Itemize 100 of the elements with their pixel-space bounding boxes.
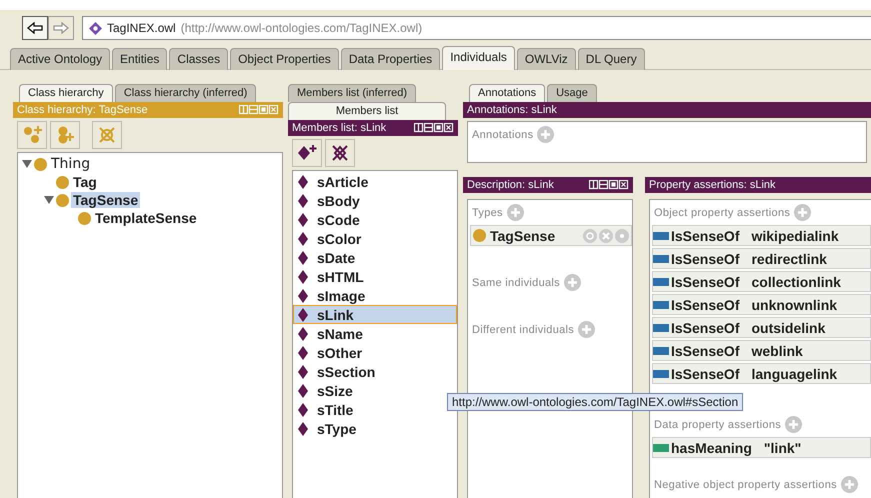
individual-icon (298, 232, 308, 246)
object-property-icon (653, 254, 669, 262)
add-icon[interactable] (578, 321, 596, 338)
delete-icon (97, 125, 117, 145)
forward-arrow-icon (53, 22, 69, 34)
tab[interactable]: Class hierarchy (19, 84, 113, 102)
individual-icon (298, 364, 308, 378)
object-property-row[interactable]: IsSenseOf unknownlink (652, 294, 871, 315)
remove-icon[interactable] (599, 228, 613, 242)
member-item[interactable]: sName (293, 324, 368, 343)
tree-item[interactable]: TagSense (71, 192, 140, 208)
class-icon (34, 158, 47, 170)
add-icon[interactable] (840, 476, 858, 493)
delete-individual-button[interactable] (325, 139, 355, 167)
panel-title: Annotations: sLink (467, 104, 557, 116)
tab[interactable]: Entities (112, 48, 168, 70)
tab[interactable]: Annotations (469, 84, 546, 102)
member-item[interactable]: sColor (293, 229, 366, 248)
expand-arrow-icon[interactable] (22, 159, 32, 169)
object-property-icon (653, 232, 669, 240)
tab[interactable]: Data Properties (340, 48, 440, 70)
class-icon (56, 194, 69, 206)
individual-icon (298, 346, 308, 360)
section-label: Same individuals (472, 276, 560, 288)
member-item[interactable]: sDate (293, 248, 360, 267)
individual-icon (298, 384, 308, 398)
member-item[interactable]: sHTML (293, 267, 369, 286)
individual-icon (298, 288, 308, 302)
annotate-icon[interactable] (583, 228, 597, 242)
delete-class-button[interactable] (92, 121, 122, 149)
section-label: Types (472, 206, 503, 218)
object-property-icon (653, 324, 669, 332)
add-individual-button[interactable] (292, 139, 322, 167)
object-property-row[interactable]: IsSenseOf redirectlink (652, 248, 871, 269)
object-property-row[interactable]: IsSenseOf weblink (652, 340, 871, 361)
tab[interactable]: Members list (288, 102, 446, 120)
back-arrow-icon (27, 22, 43, 34)
options-icon[interactable] (615, 228, 629, 242)
ontology-iri: (http://www.owl-ontologies.com/TagINEX.owl) (180, 21, 422, 35)
member-item[interactable]: sSection (293, 362, 380, 381)
panel-title: Members list: sLink (292, 122, 386, 134)
add-icon[interactable] (564, 274, 581, 291)
expand-arrow-icon[interactable] (44, 195, 54, 205)
member-item[interactable]: sImage (293, 286, 370, 305)
individual-icon (298, 308, 308, 322)
tab[interactable]: Classes (169, 48, 228, 70)
individual-icon (298, 270, 308, 284)
add-subclass-button[interactable] (17, 121, 47, 149)
class-icon (56, 176, 69, 188)
section-label: Different individuals (472, 324, 574, 336)
object-property-row[interactable]: IsSenseOf collectionlink (652, 271, 871, 292)
add-icon[interactable] (794, 204, 812, 221)
add-icon[interactable] (785, 416, 802, 433)
panel-title: Description: sLink (467, 179, 554, 191)
object-property-icon (653, 370, 669, 378)
member-item[interactable]: sCode (293, 210, 365, 229)
member-item[interactable]: sBody (293, 191, 365, 210)
ontology-address-field[interactable]: TagINEX.owl (http://www.owl-ontologies.com/TagINEX.owl) (82, 16, 871, 40)
member-item[interactable]: sLink (293, 305, 457, 324)
tab[interactable]: Usage (547, 84, 597, 102)
window-controls-icon[interactable] (589, 180, 629, 190)
tab[interactable]: Class hierarchy (inferred) (114, 84, 256, 102)
add-icon[interactable] (537, 126, 554, 143)
tab[interactable]: OWLViz (516, 48, 576, 70)
data-property-icon (653, 444, 669, 452)
tab[interactable]: Active Ontology (10, 48, 110, 70)
back-button[interactable] (22, 16, 48, 40)
individual-icon (298, 422, 308, 436)
data-property-row[interactable]: hasMeaning "link" (652, 437, 871, 458)
object-property-row[interactable]: IsSenseOf languagelink (652, 363, 871, 384)
tree-item[interactable]: Thing (49, 156, 92, 172)
class-icon (473, 229, 486, 242)
member-item[interactable]: sSize (293, 381, 358, 400)
add-icon[interactable] (506, 204, 524, 221)
individual-icon (298, 194, 308, 208)
object-property-row[interactable]: IsSenseOf wikipedialink (652, 225, 871, 246)
member-item[interactable]: sArticle (293, 172, 374, 191)
member-item[interactable]: sOther (293, 343, 368, 362)
ontology-name: TagINEX.owl (107, 21, 176, 35)
tab[interactable]: Members list (inferred) (288, 84, 416, 102)
panel-title: Property assertions: sLink (649, 179, 776, 191)
object-property-row[interactable]: IsSenseOf outsidelink (652, 317, 871, 338)
tab[interactable]: DL Query (578, 48, 645, 70)
individual-icon (298, 212, 308, 226)
window-controls-icon[interactable] (414, 123, 454, 133)
section-label: Annotations (472, 128, 534, 140)
member-item[interactable]: sTitle (293, 400, 358, 419)
section-label: Object property assertions (654, 206, 790, 218)
object-property-icon (653, 278, 669, 286)
tooltip: http://www.owl-ontologies.com/TagINEX.owl#sSection (447, 393, 744, 411)
add-sibling-button[interactable] (50, 121, 80, 149)
class-icon (78, 212, 91, 224)
tree-item[interactable]: TemplateSense (93, 210, 199, 226)
tab[interactable]: Object Properties (230, 48, 339, 70)
tree-item[interactable]: Tag (71, 174, 99, 190)
type-row[interactable]: TagSense (470, 225, 632, 246)
member-item[interactable]: sType (293, 419, 362, 438)
individual-icon (298, 250, 308, 264)
object-property-icon (653, 300, 669, 308)
tab[interactable]: Individuals (442, 46, 515, 70)
